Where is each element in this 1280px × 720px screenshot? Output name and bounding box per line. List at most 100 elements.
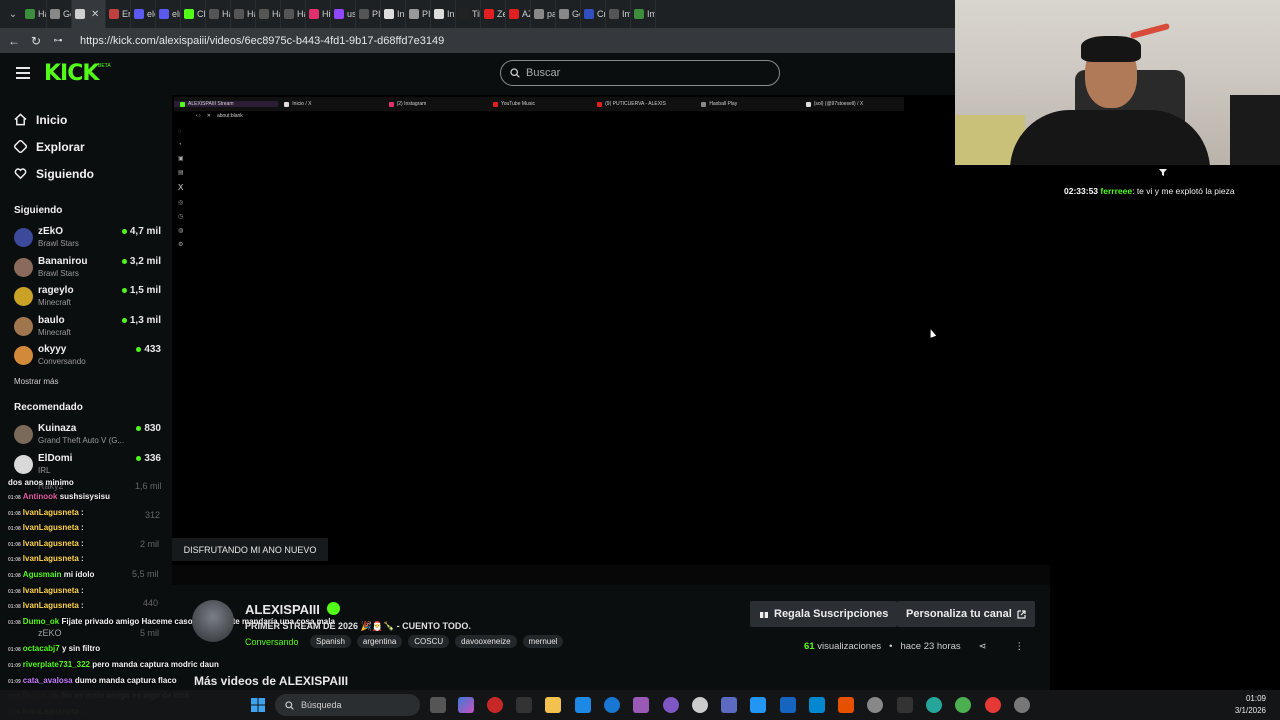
copilot-icon[interactable] — [458, 697, 474, 713]
edge-icon[interactable] — [604, 697, 620, 713]
live-indicator-icon — [121, 258, 127, 264]
nav-explorar[interactable]: Explorar — [14, 133, 94, 160]
camera-app-icon[interactable] — [516, 697, 532, 713]
tab-label: Hax — [247, 9, 255, 19]
browser-tab[interactable]: Erro — [106, 0, 131, 28]
chrome-icon[interactable] — [985, 697, 1001, 713]
close-tab-icon[interactable]: ✕ — [91, 9, 99, 20]
browser-tab[interactable]: Hax — [231, 0, 256, 28]
video-player[interactable]: ALEXISPAIII Stream Inicio / X (2) Instagra… — [172, 95, 1050, 585]
viewer-count: 1,5 mil — [121, 285, 161, 296]
app-icon[interactable] — [926, 697, 942, 713]
browser-tab[interactable]: uste — [331, 0, 356, 28]
browser-tab[interactable]: PIX — [406, 0, 431, 28]
nav-siguiendo[interactable]: Siguiendo — [14, 160, 94, 187]
site-info-icon[interactable]: ⊶ — [50, 33, 66, 49]
browser-tab[interactable]: Tik — [456, 0, 481, 28]
browser-tab[interactable]: ✕ — [72, 0, 106, 28]
word-icon[interactable] — [780, 697, 796, 713]
nav-inicio[interactable]: Inicio — [14, 106, 94, 133]
task-view-icon[interactable] — [430, 697, 446, 713]
tab-search-icon[interactable]: ⌄ — [4, 0, 22, 28]
recorded-tab: YouTube Music — [487, 101, 591, 107]
taskbar-search-label: Búsqueda — [301, 700, 342, 710]
share-icon[interactable]: ⋖ — [979, 641, 987, 652]
more-options-icon[interactable]: ⋮ — [1015, 641, 1025, 652]
channel-name[interactable]: ALEXISPAIII — [245, 602, 320, 617]
app-icon[interactable] — [692, 697, 708, 713]
recorded-tab-label: (sol) (@97stoesell) / X — [813, 101, 864, 107]
taskbar-search[interactable]: Búsqueda — [275, 694, 420, 716]
file-explorer-icon[interactable] — [545, 697, 561, 713]
back-icon[interactable]: ← — [6, 33, 22, 49]
app-icon[interactable] — [487, 697, 503, 713]
chat-time: 02:33:53 — [1064, 186, 1099, 196]
sidebar-channel-zeko[interactable]: zEkO Brawl Stars 4,7 mil — [14, 225, 164, 253]
viewer-count-text: 336 — [144, 452, 161, 464]
taskbar-clock[interactable]: 01:09 3/1/2026 — [1235, 693, 1266, 717]
chat-user[interactable]: ferrreee — [1100, 186, 1132, 196]
browser-tab[interactable]: Inic — [381, 0, 406, 28]
chat-time: 01:08 — [8, 589, 21, 595]
live-indicator-icon — [136, 455, 142, 461]
sidebar-channel-kuinaza[interactable]: Kuinaza Grand Theft Auto V (G... 830 — [14, 422, 164, 450]
sidebar-channel-baulo[interactable]: baulo Minecraft 1,3 mil — [14, 314, 164, 342]
search-input[interactable]: Buscar — [500, 60, 780, 86]
windows-start-icon[interactable] — [250, 697, 266, 713]
tag-spanish[interactable]: Spanish — [310, 635, 351, 648]
browser-tab[interactable]: elru — [156, 0, 181, 28]
tag-coscu[interactable]: COSCU — [408, 635, 450, 648]
menu-icon[interactable] — [16, 67, 30, 79]
channel-avatar[interactable] — [192, 600, 234, 642]
recorded-icon: ▤ — [178, 170, 184, 176]
chat-user: Dumo_ok — [22, 617, 60, 626]
customize-channel-button[interactable]: Personaliza tu canal — [897, 601, 1035, 627]
store-icon[interactable] — [575, 697, 591, 713]
app-icon[interactable] — [721, 697, 737, 713]
browser-tab[interactable]: Hist — [306, 0, 331, 28]
kick-logo[interactable]: KICK — [44, 61, 99, 86]
browser-tab[interactable]: pag — [531, 0, 556, 28]
browser-tab[interactable]: Img — [631, 0, 656, 28]
tag-argentina[interactable]: argentina — [356, 635, 403, 648]
app-icon[interactable] — [1014, 697, 1030, 713]
browser-tab[interactable]: elch — [131, 0, 156, 28]
browser-tab[interactable]: AZZ — [506, 0, 531, 28]
browser-tab[interactable]: Img — [606, 0, 631, 28]
browser-tab[interactable]: Goo — [556, 0, 581, 28]
gift-subs-button[interactable]: Regala Suscripciones — [750, 601, 898, 627]
recorded-tab: (2) Instagram — [383, 101, 487, 107]
browser-tab[interactable]: Inic — [431, 0, 456, 28]
browser-tab[interactable]: Crea — [581, 0, 606, 28]
browser-tab[interactable]: Goo — [47, 0, 72, 28]
app-icon[interactable] — [750, 697, 766, 713]
browser-tab[interactable]: Hax — [206, 0, 231, 28]
app-icon[interactable] — [838, 697, 854, 713]
sidebar-channel-okyyy[interactable]: okyyy Conversando 433 — [14, 343, 164, 371]
settings-icon[interactable] — [867, 697, 883, 713]
tab-label: Hist — [322, 9, 331, 19]
discord-icon[interactable] — [663, 697, 679, 713]
sidebar-channel-bananirou[interactable]: Bananirou Brawl Stars 3,2 mil — [14, 255, 164, 283]
url-text[interactable]: https://kick.com/alexispaiii/videos/6ec8… — [80, 35, 444, 47]
browser-tab[interactable]: Hax — [256, 0, 281, 28]
sidebar-channel-rageylo[interactable]: rageylo Minecraft 1,5 mil — [14, 284, 164, 312]
app-icon[interactable] — [809, 697, 825, 713]
browser-tab[interactable]: PIX — [356, 0, 381, 28]
browser-tab[interactable]: Zell — [481, 0, 506, 28]
chat-filter-icon[interactable] — [1158, 167, 1168, 177]
browser-tab[interactable]: Cha — [181, 0, 206, 28]
chrome-icon[interactable] — [955, 697, 971, 713]
reload-icon[interactable]: ↻ — [28, 33, 44, 49]
app-icon[interactable] — [633, 697, 649, 713]
sidebar-channel-eldomi[interactable]: ElDomi IRL 336 — [14, 452, 164, 480]
chat-user: Antinook — [22, 492, 58, 501]
player-controls-bar[interactable] — [172, 565, 1050, 585]
show-more-link[interactable]: Mostrar más — [14, 377, 58, 386]
terminal-icon[interactable] — [897, 697, 913, 713]
browser-tab[interactable]: Hax — [22, 0, 47, 28]
browser-tab[interactable]: Hax — [281, 0, 306, 28]
tag-mernuel[interactable]: mernuel — [522, 635, 564, 648]
tag-davooxeneize[interactable]: davooxeneize — [455, 635, 517, 648]
stream-category[interactable]: Conversando — [245, 637, 299, 647]
